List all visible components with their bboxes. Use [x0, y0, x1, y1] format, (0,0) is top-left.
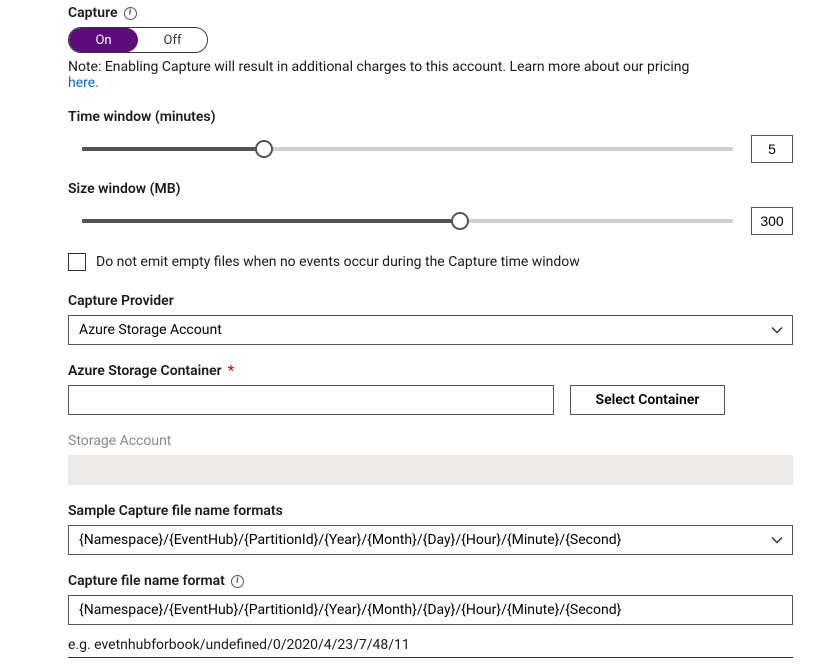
capture-settings-form: Capture On Off Note: Enabling Capture wi… — [0, 0, 815, 668]
file-format-example: e.g. evetnhubforbook/undefined/0/2020/4/… — [68, 637, 793, 653]
file-format-section: Capture file name format e.g. evetnhubfo… — [68, 573, 793, 653]
sample-formats-select-wrap[interactable] — [68, 525, 793, 555]
emit-empty-checkbox[interactable] — [68, 253, 86, 271]
size-window-label: Size window (MB) — [68, 181, 793, 197]
capture-label: Capture — [68, 5, 118, 21]
sample-formats-section: Sample Capture file name formats — [68, 503, 793, 555]
container-label: Azure Storage Container — [68, 363, 222, 379]
select-container-button[interactable]: Select Container — [570, 385, 725, 415]
container-section: Azure Storage Container * Select Contain… — [68, 363, 793, 415]
sample-formats-label: Sample Capture file name formats — [68, 503, 793, 519]
sample-formats-select[interactable] — [68, 525, 793, 555]
time-window-slider-row — [68, 135, 793, 163]
size-window-slider-row — [68, 207, 793, 235]
capture-note-text: Note: Enabling Capture will result in ad… — [68, 59, 689, 75]
time-window-slider[interactable] — [82, 147, 733, 151]
provider-select[interactable] — [68, 315, 793, 345]
info-icon[interactable] — [231, 575, 244, 588]
container-input-row: Select Container — [68, 385, 793, 415]
capture-toggle-off[interactable]: Off — [138, 28, 207, 52]
capture-section: Capture On Off Note: Enabling Capture wi… — [68, 5, 793, 91]
provider-label: Capture Provider — [68, 293, 793, 309]
size-window-section: Size window (MB) — [68, 181, 793, 235]
time-window-value[interactable] — [751, 135, 793, 163]
size-window-slider[interactable] — [82, 219, 733, 223]
storage-account-label: Storage Account — [68, 433, 793, 449]
file-format-label: Capture file name format — [68, 573, 225, 589]
time-window-section: Time window (minutes) — [68, 109, 793, 163]
capture-label-row: Capture — [68, 5, 793, 21]
container-label-row: Azure Storage Container * — [68, 363, 793, 379]
capture-toggle-on[interactable]: On — [69, 28, 138, 52]
provider-select-wrap[interactable] — [68, 315, 793, 345]
capture-toggle[interactable]: On Off — [68, 27, 208, 53]
size-window-thumb[interactable] — [451, 212, 469, 230]
container-input[interactable] — [68, 385, 554, 415]
time-window-thumb[interactable] — [255, 140, 273, 158]
emit-empty-row[interactable]: Do not emit empty files when no events o… — [68, 253, 793, 271]
capture-note: Note: Enabling Capture will result in ad… — [68, 59, 793, 91]
provider-section: Capture Provider — [68, 293, 793, 345]
storage-account-section: Storage Account — [68, 433, 793, 485]
file-format-label-row: Capture file name format — [68, 573, 793, 589]
time-window-label: Time window (minutes) — [68, 109, 793, 125]
file-format-input[interactable] — [68, 595, 793, 625]
required-indicator: * — [228, 363, 234, 379]
storage-account-disabled-box — [68, 455, 793, 485]
bottom-rule — [68, 657, 793, 658]
info-icon[interactable] — [124, 7, 137, 20]
emit-empty-label: Do not emit empty files when no events o… — [96, 254, 580, 270]
pricing-link[interactable]: here. — [68, 75, 99, 91]
size-window-value[interactable] — [751, 207, 793, 235]
